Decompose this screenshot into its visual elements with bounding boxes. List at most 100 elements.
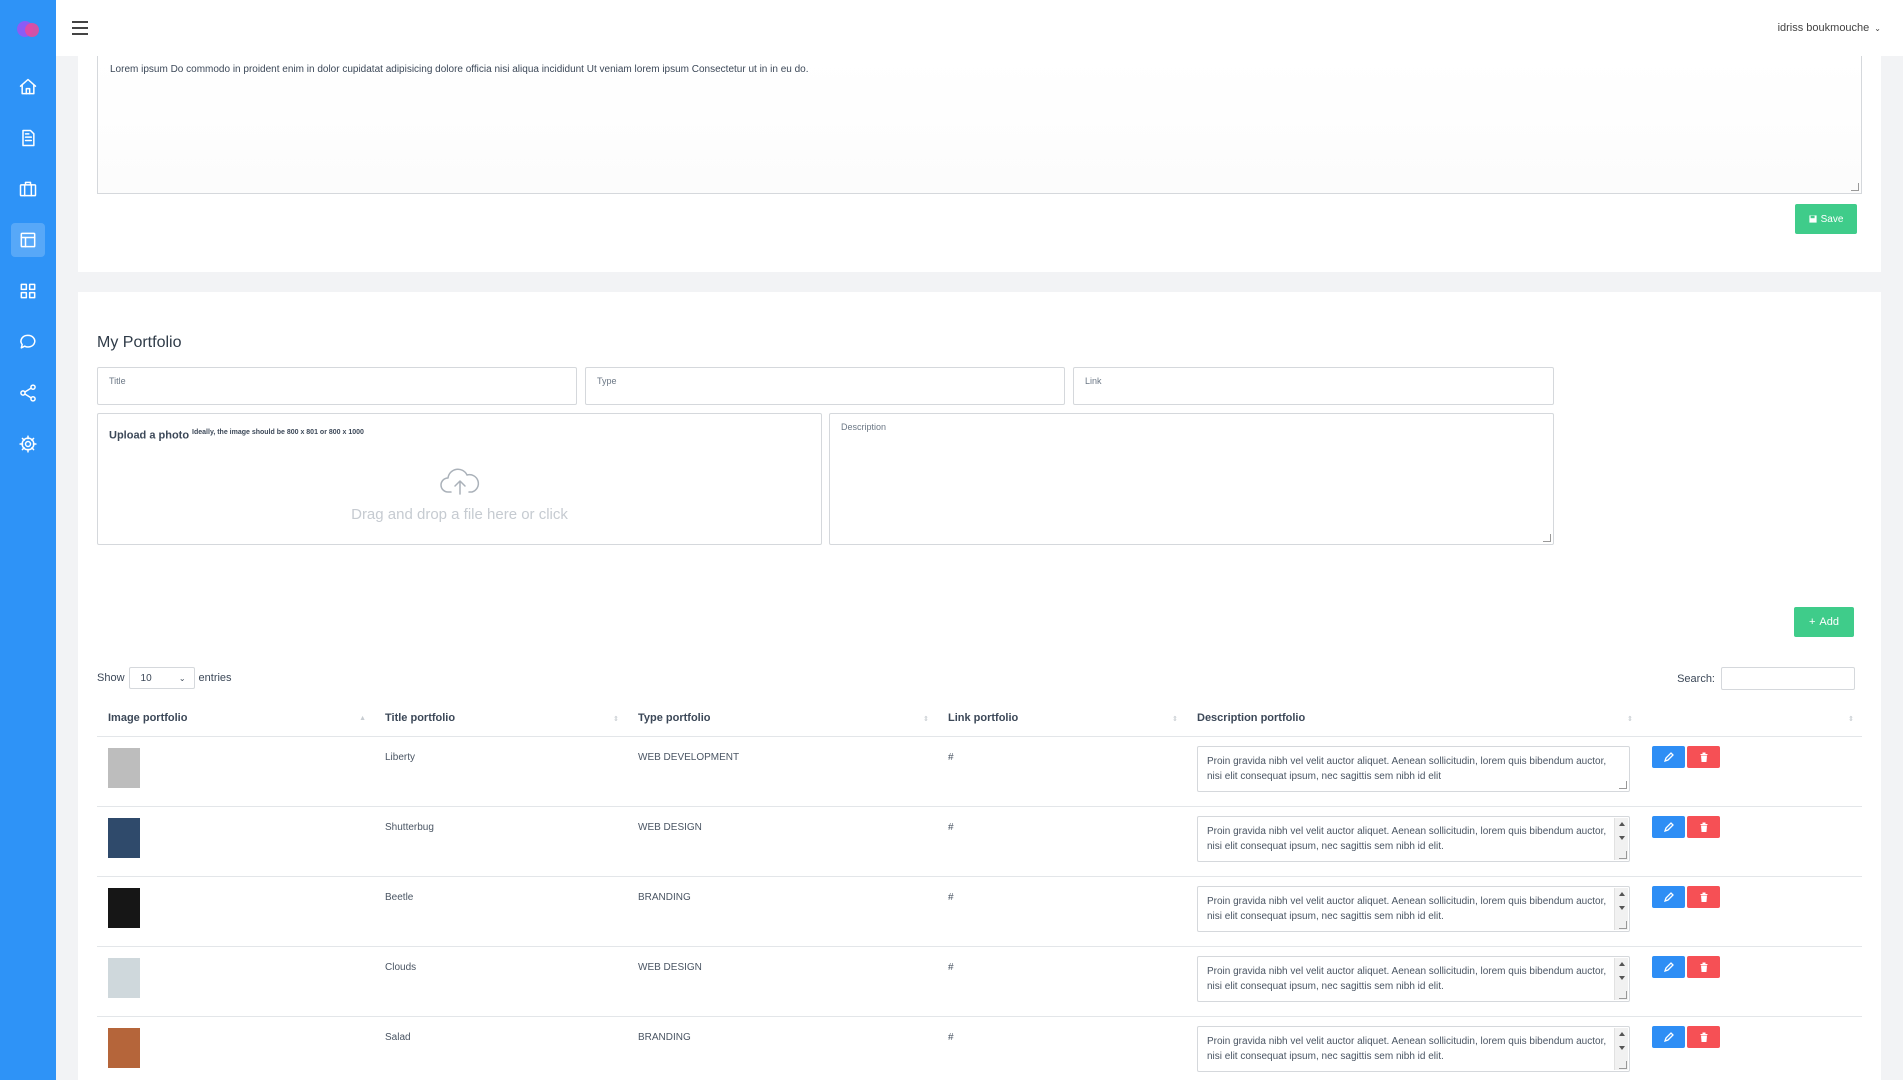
edit-button[interactable] [1652,1025,1685,1048]
link-field[interactable]: Link [1073,367,1554,405]
sort-icon: ⇕ [1848,716,1854,723]
cell-link: # [937,1016,1186,1080]
resize-handle-icon[interactable] [1619,990,1627,999]
cell-type: WEB DEVELOPMENT [627,736,937,807]
grid-icon[interactable] [11,274,45,308]
resize-handle-icon[interactable] [1619,850,1627,859]
sidebar [0,0,56,1080]
resize-handle-icon[interactable] [1543,534,1551,542]
about-text: Lorem ipsum Do commodo in proident enim … [110,64,809,75]
save-button[interactable]: Save [1795,204,1857,234]
description-textarea[interactable]: Proin gravida nibh vel velit auctor aliq… [1197,745,1630,792]
cell-description: Proin gravida nibh vel velit auctor aliq… [1186,736,1641,807]
upload-label-text: Upload a photo [109,429,190,442]
portfolio-thumbnail [108,747,140,788]
cell-image [97,806,374,877]
sort-icon: ⇕ [923,716,929,723]
cell-image [97,946,374,1017]
delete-button[interactable] [1687,1025,1720,1048]
description-textarea[interactable]: Proin gravida nibh vel velit auctor aliq… [1197,885,1630,932]
arrow-up-icon [1619,821,1625,826]
arrow-down-icon [1619,835,1625,840]
type-field[interactable]: Type [585,367,1065,405]
about-textarea[interactable]: Lorem ipsum Do commodo in proident enim … [97,56,1862,194]
col-image[interactable]: Image portfolio ▲ [97,701,374,737]
cell-image [97,736,374,807]
cell-actions [1641,946,1862,1017]
col-type[interactable]: Type portfolio ⇕ [627,701,937,737]
cell-description: Proin gravida nibh vel velit auctor aliq… [1186,806,1641,877]
save-icon [1808,215,1817,223]
resize-handle-icon[interactable] [1619,1060,1627,1069]
logo[interactable] [15,18,41,40]
search-input[interactable] [1721,667,1855,690]
trash-icon [1700,822,1707,832]
type-field-label: Type [597,376,617,386]
add-button[interactable]: + Add [1794,607,1854,637]
table-row: Liberty WEB DEVELOPMENT # Proin gravida nib… [97,736,1862,807]
cell-actions [1641,806,1862,877]
edit-button[interactable] [1652,955,1685,978]
entries-length: Show 10 ⌄ entries [97,667,232,689]
cell-link: # [937,946,1186,1017]
edit-button[interactable] [1652,885,1685,908]
description-textarea[interactable]: Proin gravida nibh vel velit auctor aliq… [1197,955,1630,1002]
save-label: Save [1820,213,1844,225]
photo-dropzone[interactable]: Upload a photo Ideally, the image should … [97,413,822,545]
arrow-up-icon [1619,961,1625,966]
col-description[interactable]: Description portfolio ⇕ [1186,701,1641,737]
topbar: idriss boukmouche ⌄ [56,0,1903,56]
col-link[interactable]: Link portfolio ⇕ [937,701,1186,737]
delete-button[interactable] [1687,815,1720,838]
length-value: 10 [140,672,152,684]
cell-description: Proin gravida nibh vel velit auctor aliq… [1186,946,1641,1017]
user-name: idriss boukmouche [1777,22,1870,34]
portfolio-thumbnail [108,957,140,998]
cell-type: BRANDING [627,876,937,947]
gear-icon[interactable] [11,427,45,461]
briefcase-icon[interactable] [11,172,45,206]
delete-button[interactable] [1687,745,1720,768]
upload-hint: Ideally, the image should be 800 x 801 o… [192,429,364,436]
chat-icon[interactable] [11,325,45,359]
delete-button[interactable] [1687,885,1720,908]
layout-icon[interactable] [11,223,45,257]
length-select[interactable]: 10 ⌄ [128,667,195,689]
description-textarea[interactable]: Proin gravida nibh vel velit auctor aliq… [1197,1025,1630,1072]
portfolio-card: My Portfolio Title Type Link Upload a ph… [78,292,1881,1080]
edit-icon [1663,961,1674,972]
portfolio-table: Image portfolio ▲ Title portfolio ⇕ Type p… [97,701,1862,1080]
share-icon[interactable] [11,376,45,410]
cell-title: Salad [374,1016,627,1080]
resize-handle-icon[interactable] [1619,780,1627,789]
cell-type: BRANDING [627,1016,937,1080]
sort-icon: ⇕ [613,716,619,723]
edit-icon [1663,821,1674,832]
resize-handle-icon[interactable] [1619,920,1627,929]
user-menu[interactable]: idriss boukmouche ⌄ [1778,22,1881,34]
document-icon[interactable] [11,121,45,155]
cell-type: WEB DESIGN [627,946,937,1017]
description-field[interactable]: Description [829,413,1554,545]
cell-title: Shutterbug [374,806,627,877]
col-title[interactable]: Title portfolio ⇕ [374,701,627,737]
cell-actions [1641,876,1862,947]
cell-title: Liberty [374,736,627,807]
col-actions[interactable]: ⇕ [1641,701,1862,737]
title-field-label: Title [109,376,126,386]
delete-button[interactable] [1687,955,1720,978]
resize-handle-icon[interactable] [1851,183,1859,191]
table-search: Search: [1677,667,1855,690]
home-icon[interactable] [11,70,45,104]
cell-image [97,876,374,947]
table-row: Beetle BRANDING # Proin gravida nibh vel ve… [97,876,1862,947]
menu-toggle-icon[interactable] [72,16,96,40]
cell-link: # [937,876,1186,947]
edit-button[interactable] [1652,745,1685,768]
description-text: Proin gravida nibh vel velit auctor aliq… [1207,825,1607,852]
link-field-label: Link [1085,376,1102,386]
description-textarea[interactable]: Proin gravida nibh vel velit auctor aliq… [1197,815,1630,862]
cell-actions [1641,736,1862,807]
title-field[interactable]: Title [97,367,577,405]
edit-button[interactable] [1652,815,1685,838]
